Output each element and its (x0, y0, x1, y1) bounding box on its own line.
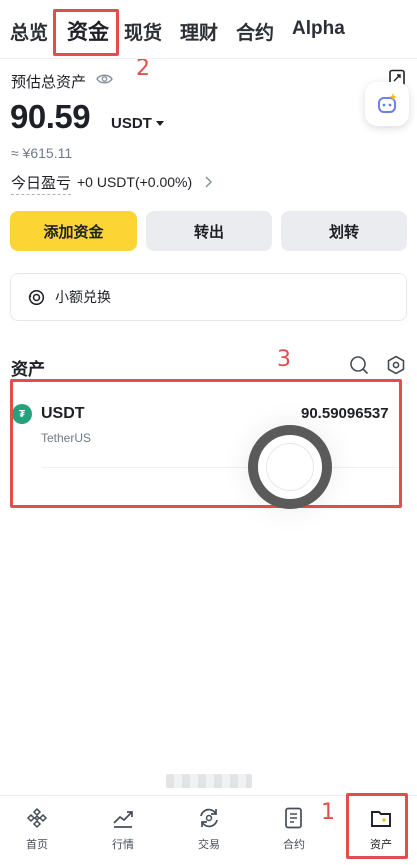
nav-item-trade[interactable]: 交易 (174, 796, 244, 865)
loading-spinner-inner (266, 443, 314, 491)
nav-label: 交易 (198, 839, 220, 851)
small-convert-label: 小额兑换 (55, 289, 111, 305)
tab-funding[interactable]: 资金 (67, 16, 109, 46)
nav-label: 首页 (26, 839, 48, 851)
blurred-text (166, 774, 252, 788)
eye-icon[interactable] (96, 72, 113, 86)
caret-down-icon (155, 121, 164, 126)
trade-swap-icon (200, 808, 218, 828)
add-funds-button[interactable]: 添加资金 (10, 211, 137, 251)
bottom-nav: 首页 行情 交易 合约 资产 (0, 795, 417, 865)
balance-currency-label: USDT (111, 115, 152, 132)
balance-currency-selector[interactable]: USDT (111, 115, 164, 132)
annotation-number: 2 (136, 56, 150, 81)
nav-label: 行情 (112, 839, 134, 851)
nav-item-assets[interactable]: 资产 (346, 796, 416, 865)
fiat-equivalent: ≈ ¥615.11 (11, 145, 73, 161)
tab-earn[interactable]: 理财 (180, 18, 218, 45)
usdt-logo-icon: ₮ (12, 404, 32, 424)
asset-amount: 90.59096537 (301, 405, 389, 422)
convert-icon (28, 289, 45, 305)
divider (0, 58, 417, 59)
divider (42, 467, 399, 468)
search-icon[interactable] (349, 355, 369, 375)
chevron-right-icon[interactable] (204, 176, 212, 188)
binance-logo-icon (26, 807, 48, 829)
ai-sparkle-icon (378, 93, 397, 113)
tab-futures[interactable]: 合约 (236, 18, 274, 45)
asset-symbol: USDT (41, 405, 85, 422)
wallet-icon (371, 811, 391, 827)
annotation-number: 3 (277, 347, 291, 372)
nav-item-home[interactable]: 首页 (2, 796, 72, 865)
asset-row-usdt[interactable]: ₮ USDT TetherUS 90.59096537 (10, 395, 417, 467)
nav-item-futures[interactable]: 合约 (259, 796, 329, 865)
tab-overview[interactable]: 总览 (10, 18, 48, 45)
nav-label: 资产 (370, 839, 392, 851)
asset-full-name: TetherUS (41, 431, 92, 445)
estimated-total-label: 预估总资产 (11, 74, 87, 91)
ai-assistant-button[interactable] (365, 82, 409, 126)
assets-section-title: 资产 (11, 360, 45, 379)
total-balance-amount: 90.59 (10, 98, 91, 135)
settings-icon[interactable] (386, 355, 406, 375)
transfer-button[interactable]: 划转 (281, 211, 407, 251)
nav-label: 合约 (283, 839, 305, 851)
small-convert-entry[interactable]: 小额兑换 (10, 273, 407, 321)
nav-item-markets[interactable]: 行情 (88, 796, 158, 865)
chart-trend-icon (113, 811, 133, 828)
loading-spinner (248, 425, 332, 509)
document-icon (285, 807, 302, 829)
pnl-label[interactable]: 今日盈亏 (11, 172, 72, 195)
top-tab-bar: 总览 资金 现货 理财 合约 Alpha (0, 0, 417, 58)
tab-alpha[interactable]: Alpha (292, 18, 345, 40)
tab-spot[interactable]: 现货 (124, 18, 162, 45)
pnl-value[interactable]: +0 USDT(+0.00%) (77, 174, 192, 190)
withdraw-button[interactable]: 转出 (146, 211, 272, 251)
annotation-number: 1 (321, 800, 335, 825)
